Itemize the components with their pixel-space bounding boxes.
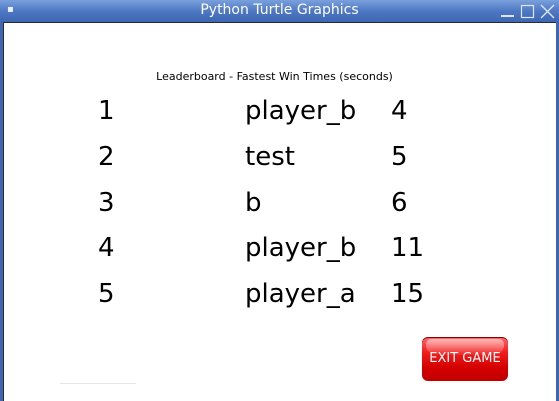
win-time-cell: 6 (391, 188, 408, 218)
rank-cell: 5 (98, 279, 115, 309)
window-title: Python Turtle Graphics (200, 2, 359, 18)
rank-cell: 1 (98, 96, 115, 126)
player-name-cell: player_b (245, 96, 357, 126)
leaderboard-row: 2 test 5 (4, 140, 557, 176)
close-icon[interactable] (538, 2, 557, 21)
win-time-cell: 5 (391, 142, 408, 172)
divider (60, 383, 136, 384)
player-name-cell: b (245, 188, 262, 218)
leaderboard-row: 5 player_a 15 (4, 277, 557, 313)
rank-cell: 4 (98, 233, 115, 263)
exit-game-label: EXIT GAME (429, 351, 501, 366)
title-bar[interactable]: ▪ Python Turtle Graphics (0, 0, 559, 22)
window-controls (497, 1, 557, 21)
leaderboard-row: 1 player_b 4 (4, 94, 557, 130)
player-name-cell: player_a (245, 279, 356, 309)
exit-game-button[interactable]: EXIT GAME (422, 337, 508, 381)
win-time-cell: 4 (391, 96, 408, 126)
win-time-cell: 11 (391, 233, 425, 263)
turtle-canvas[interactable]: Leaderboard - Fastest Win Times (seconds… (3, 22, 556, 401)
rank-cell: 2 (98, 142, 115, 172)
win-time-cell: 15 (391, 279, 425, 309)
player-name-cell: player_b (245, 233, 357, 263)
maximize-icon[interactable] (518, 2, 537, 21)
leaderboard-row: 4 player_b 11 (4, 231, 557, 267)
leaderboard-row: 3 b 6 (4, 186, 557, 222)
rank-cell: 3 (98, 188, 115, 218)
leaderboard-title: Leaderboard - Fastest Win Times (seconds… (156, 70, 393, 83)
player-name-cell: test (245, 142, 295, 172)
minimize-icon[interactable] (498, 2, 517, 21)
turtle-window: ▪ Python Turtle Graphics Leaderboard - F… (0, 0, 559, 401)
